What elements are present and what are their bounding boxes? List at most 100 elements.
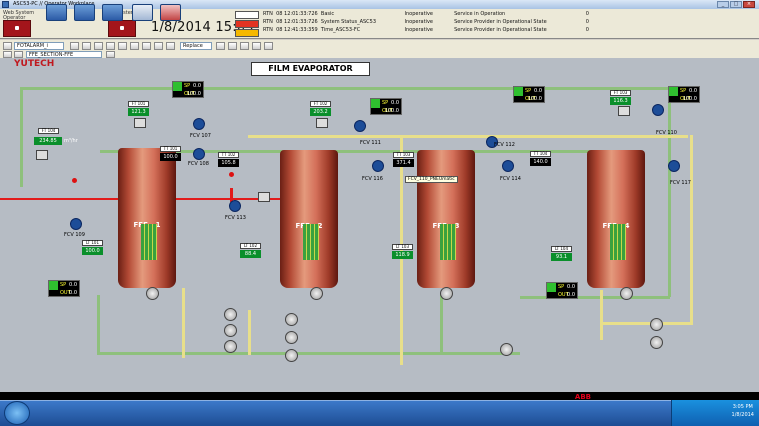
- control-valve-icon[interactable]: [354, 120, 366, 132]
- tag-value[interactable]: 371.4: [393, 159, 414, 167]
- maximize-button[interactable]: □: [730, 1, 742, 8]
- tag-label: TT 103: [393, 152, 414, 158]
- forward-icon[interactable]: [82, 42, 91, 50]
- operator-workplace-icon[interactable]: [132, 4, 153, 21]
- control-valve-icon[interactable]: [193, 148, 205, 160]
- close-icon[interactable]: [166, 42, 175, 50]
- refresh-icon[interactable]: [252, 42, 261, 50]
- status-bar: [0, 392, 759, 400]
- tooltip: FCV_110_PNEUmatic: [405, 176, 458, 183]
- transmitter-icon[interactable]: [316, 118, 328, 128]
- controller-faceplate[interactable]: SP 0.0 OUT 100.0: [668, 86, 700, 103]
- pipe: [668, 87, 671, 297]
- tag-value[interactable]: 88.4: [240, 250, 261, 258]
- alarm-severity-2[interactable]: [235, 20, 259, 28]
- valve-label: FCV 108: [188, 161, 209, 167]
- controller-faceplate[interactable]: SP 0.0 OUT 0.0: [48, 280, 80, 297]
- tag-value[interactable]: 116.3: [610, 97, 631, 105]
- tag-value[interactable]: 93.1: [551, 253, 572, 261]
- evaporator-vessel[interactable]: FFE - 2: [280, 150, 338, 288]
- transmitter-icon[interactable]: [618, 106, 630, 116]
- window-controls: _ □ ×: [717, 1, 755, 8]
- pump-icon[interactable]: [224, 324, 237, 337]
- evaporator-vessel[interactable]: FFE - 4: [587, 150, 645, 288]
- aspect-combo[interactable]: FOTALARM_i: [14, 42, 64, 50]
- trend-icon[interactable]: [118, 42, 127, 50]
- tag-label: LT 104: [551, 246, 572, 252]
- control-valve-icon[interactable]: [502, 160, 514, 172]
- back-icon[interactable]: [3, 51, 12, 58]
- system-alarm-button[interactable]: [108, 20, 136, 37]
- alarm-severity-1[interactable]: [235, 11, 259, 19]
- tag-label: FT 102: [310, 101, 331, 107]
- controller-faceplate[interactable]: SP 0.0 OUT 100.0: [370, 98, 402, 115]
- list-icon[interactable]: [94, 42, 103, 50]
- alarm-severity-3[interactable]: [235, 29, 259, 37]
- pump-icon[interactable]: [620, 287, 633, 300]
- event-row[interactable]: RTN 08 12:41:33:359 Time_ASC53-FC Inoper…: [263, 26, 589, 34]
- go-icon[interactable]: [106, 51, 115, 58]
- pump-icon[interactable]: [440, 287, 453, 300]
- control-valve-icon[interactable]: [193, 118, 205, 130]
- start-button[interactable]: [4, 401, 30, 425]
- tag-value[interactable]: 118.9: [392, 251, 413, 259]
- pump-icon[interactable]: [650, 318, 663, 331]
- display-path-combo[interactable]: FFE_SECTION-FFE: [26, 51, 102, 58]
- graphics-icon[interactable]: [130, 42, 139, 50]
- pump-icon[interactable]: [224, 340, 237, 353]
- tag-value[interactable]: 105.8: [218, 159, 239, 167]
- pump-icon[interactable]: [650, 336, 663, 349]
- controller-faceplate[interactable]: SP 0.0 OUT 100.0: [513, 86, 545, 103]
- tag-value[interactable]: 203.2: [310, 108, 331, 116]
- explorer-icon[interactable]: [74, 4, 95, 21]
- web-system-alarm-button[interactable]: [3, 20, 31, 37]
- tag-value[interactable]: 121.3: [128, 108, 149, 116]
- tag-value[interactable]: 100.0: [82, 247, 103, 255]
- controller-faceplate[interactable]: SP 0.0 OUT 100.0: [172, 81, 204, 98]
- tray-clock[interactable]: 3:05 PM 1/8/2014: [732, 403, 754, 419]
- control-valve-icon[interactable]: [229, 200, 241, 212]
- control-valve-icon[interactable]: [668, 160, 680, 172]
- alarm-list-icon[interactable]: [154, 42, 163, 50]
- transmitter-icon[interactable]: [36, 150, 48, 160]
- transmitter-icon[interactable]: [258, 192, 270, 202]
- level-bars: [141, 224, 158, 260]
- display-title: FILM EVAPORATOR: [251, 62, 370, 76]
- transmitter-icon[interactable]: [134, 118, 146, 128]
- pipe: [97, 295, 100, 355]
- tag-value[interactable]: 140.0: [530, 158, 551, 166]
- minimize-button[interactable]: _: [717, 1, 729, 8]
- pump-icon[interactable]: [285, 313, 298, 326]
- event-row[interactable]: RTN 08 12:01:33:726 System Status_ASC53 …: [263, 18, 589, 26]
- pump-icon[interactable]: [310, 287, 323, 300]
- help-icon[interactable]: [264, 42, 273, 50]
- control-valve-icon[interactable]: [70, 218, 82, 230]
- back-icon[interactable]: [70, 42, 79, 50]
- close-button[interactable]: ×: [743, 1, 755, 8]
- replace-combo[interactable]: Replace: [180, 42, 212, 50]
- star-icon[interactable]: [216, 42, 225, 50]
- grid-icon[interactable]: [106, 42, 115, 50]
- pump-icon[interactable]: [500, 343, 513, 356]
- evaporator-vessel[interactable]: FFE - 1: [118, 148, 176, 288]
- tag-value[interactable]: 234.85: [34, 137, 62, 145]
- pump-icon[interactable]: [285, 331, 298, 344]
- ie-icon[interactable]: [46, 4, 67, 21]
- app-icon[interactable]: [160, 4, 181, 21]
- menu-icon[interactable]: [3, 42, 12, 50]
- tag-value[interactable]: 100.0: [160, 153, 181, 161]
- control-valve-icon[interactable]: [652, 104, 664, 116]
- pump-icon[interactable]: [224, 308, 237, 321]
- evaporator-vessel[interactable]: FFE - 3: [417, 150, 475, 288]
- forward-icon[interactable]: [14, 51, 23, 58]
- pipe: [600, 290, 603, 340]
- event-row[interactable]: RTN 08 12:01:33:726 Basic Inoperative Se…: [263, 10, 589, 18]
- media-player-icon[interactable]: [102, 4, 123, 21]
- pump-icon[interactable]: [285, 349, 298, 362]
- home-icon[interactable]: [240, 42, 249, 50]
- faceplate-icon[interactable]: [142, 42, 151, 50]
- pump-icon[interactable]: [146, 287, 159, 300]
- search-icon[interactable]: [228, 42, 237, 50]
- controller-faceplate[interactable]: SP 0.0 OUT 0.0: [546, 282, 578, 299]
- control-valve-icon[interactable]: [372, 160, 384, 172]
